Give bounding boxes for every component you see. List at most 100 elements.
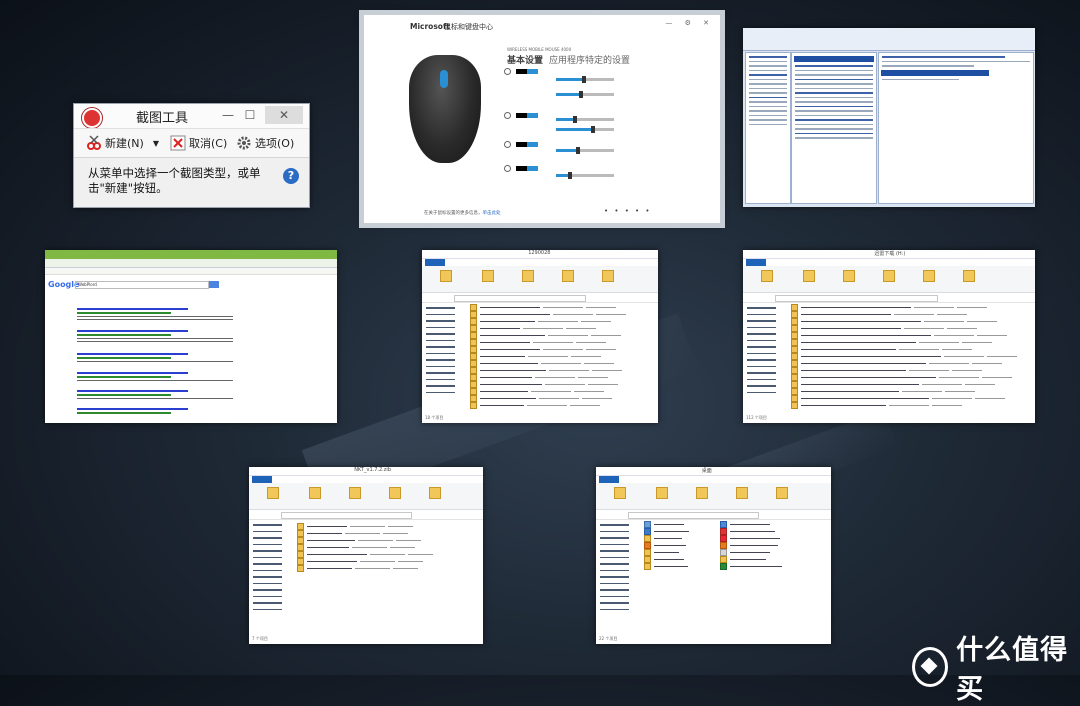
folder-icon[interactable] [803,270,815,282]
list-item[interactable] [470,367,656,374]
folder-icon[interactable] [963,270,975,282]
setting-row[interactable] [504,141,538,148]
message-list[interactable] [791,52,877,204]
explorer-window[interactable]: 桌面 22 个项目 [596,467,831,644]
setting-slider[interactable] [556,116,614,123]
setting-row[interactable] [504,165,538,172]
folder-icon[interactable] [309,487,321,499]
list-item[interactable] [470,360,656,367]
snipping-tool-window[interactable]: 截图工具 — ☐ ✕ 新建(N) ▼ 取消(C) 选项(O) 从菜单中选择一个截… [73,103,310,208]
ribbon-tabs[interactable] [422,259,658,266]
folder-icon[interactable] [656,487,668,499]
folder-icon[interactable] [843,270,855,282]
list-item[interactable] [470,311,656,318]
list-item[interactable] [791,360,1033,367]
list-item[interactable] [791,374,1033,381]
navigation-pane[interactable] [745,302,787,398]
maximize-icon[interactable]: ☐ [239,106,261,124]
file-list[interactable] [791,304,1033,409]
folder-icon[interactable] [602,270,614,282]
list-item[interactable] [644,521,829,528]
window-controls[interactable]: — ⚙ ✕ [665,19,714,27]
list-item[interactable] [791,402,1033,409]
list-item[interactable] [297,558,481,565]
footer-link[interactable]: 单击此处 [483,211,501,216]
search-result[interactable] [77,372,247,383]
explorer-window[interactable]: 1290028 18 个项目 [422,250,658,423]
list-item[interactable] [791,325,1033,332]
list-item[interactable] [791,381,1033,388]
list-item[interactable] [791,339,1033,346]
navigation-pane[interactable] [424,302,466,398]
list-item[interactable] [791,318,1033,325]
list-item[interactable] [791,388,1033,395]
explorer-window[interactable]: 迅雷下载 (H:) 112 个项目 [743,250,1035,423]
folder-icon[interactable] [614,487,626,499]
folder-icon[interactable] [761,270,773,282]
setting-slider[interactable] [556,76,614,83]
setting-row[interactable] [504,112,538,119]
title-bar[interactable]: 截图工具 — ☐ ✕ [74,104,309,128]
folder-icon[interactable] [923,270,935,282]
slider-knob[interactable] [576,147,581,154]
list-item[interactable] [297,565,481,572]
basic-settings-tab[interactable]: 基本设置 [507,56,543,66]
setting-slider[interactable] [556,126,614,133]
list-item[interactable] [470,339,656,346]
folder-icon[interactable] [429,487,441,499]
tab-strip[interactable] [45,250,337,259]
outlook-window[interactable] [743,28,1035,207]
browser-window[interactable]: Google WebPlord [45,250,337,423]
list-item[interactable] [644,535,829,542]
list-item[interactable] [644,549,829,556]
file-list[interactable] [297,523,481,572]
search-result[interactable] [77,408,247,416]
search-result[interactable] [77,308,247,322]
help-icon[interactable]: ? [283,168,299,184]
folder-icon[interactable] [776,487,788,499]
list-item[interactable] [470,332,656,339]
list-item[interactable] [791,346,1033,353]
list-item[interactable] [297,537,481,544]
bookmarks-bar[interactable] [45,268,337,275]
ribbon-tabs[interactable] [249,476,483,483]
ribbon-tabs[interactable] [596,476,831,483]
list-item[interactable] [791,395,1033,402]
radio-icon[interactable] [504,68,511,75]
list-item[interactable] [470,304,656,311]
list-item[interactable] [297,530,481,537]
folder-icon[interactable] [696,487,708,499]
page-indicator[interactable]: • • • • • [604,207,652,215]
list-item[interactable] [791,311,1033,318]
setting-slider[interactable] [556,91,614,98]
reading-pane[interactable] [878,52,1034,204]
list-item[interactable] [470,395,656,402]
list-item[interactable] [470,346,656,353]
list-item[interactable] [644,528,829,535]
navigation-pane[interactable] [251,519,293,615]
list-item[interactable] [470,353,656,360]
file-tab[interactable] [425,259,445,266]
list-item[interactable] [791,353,1033,360]
folder-icon[interactable] [440,270,452,282]
file-tab[interactable] [599,476,619,483]
file-tab[interactable] [746,259,766,266]
slider-knob[interactable] [590,126,595,133]
folder-icon[interactable] [389,487,401,499]
folder-icon[interactable] [736,487,748,499]
list-item[interactable] [470,374,656,381]
setting-row[interactable] [504,68,538,75]
navigation-pane[interactable] [598,519,640,615]
radio-icon[interactable] [504,112,511,119]
folder-pane[interactable] [745,52,791,204]
list-item[interactable] [644,563,829,570]
folder-icon[interactable] [349,487,361,499]
setting-slider[interactable] [556,147,614,154]
explorer-window[interactable]: NKT_v1.7.2.zib 7 个项目 [249,467,483,644]
file-list[interactable] [644,521,829,570]
ribbon-tabs[interactable] [743,259,1035,266]
cancel-button[interactable]: 取消(C) [170,135,227,151]
folder-icon[interactable] [883,270,895,282]
search-result[interactable] [77,353,247,364]
list-item[interactable] [470,402,656,409]
